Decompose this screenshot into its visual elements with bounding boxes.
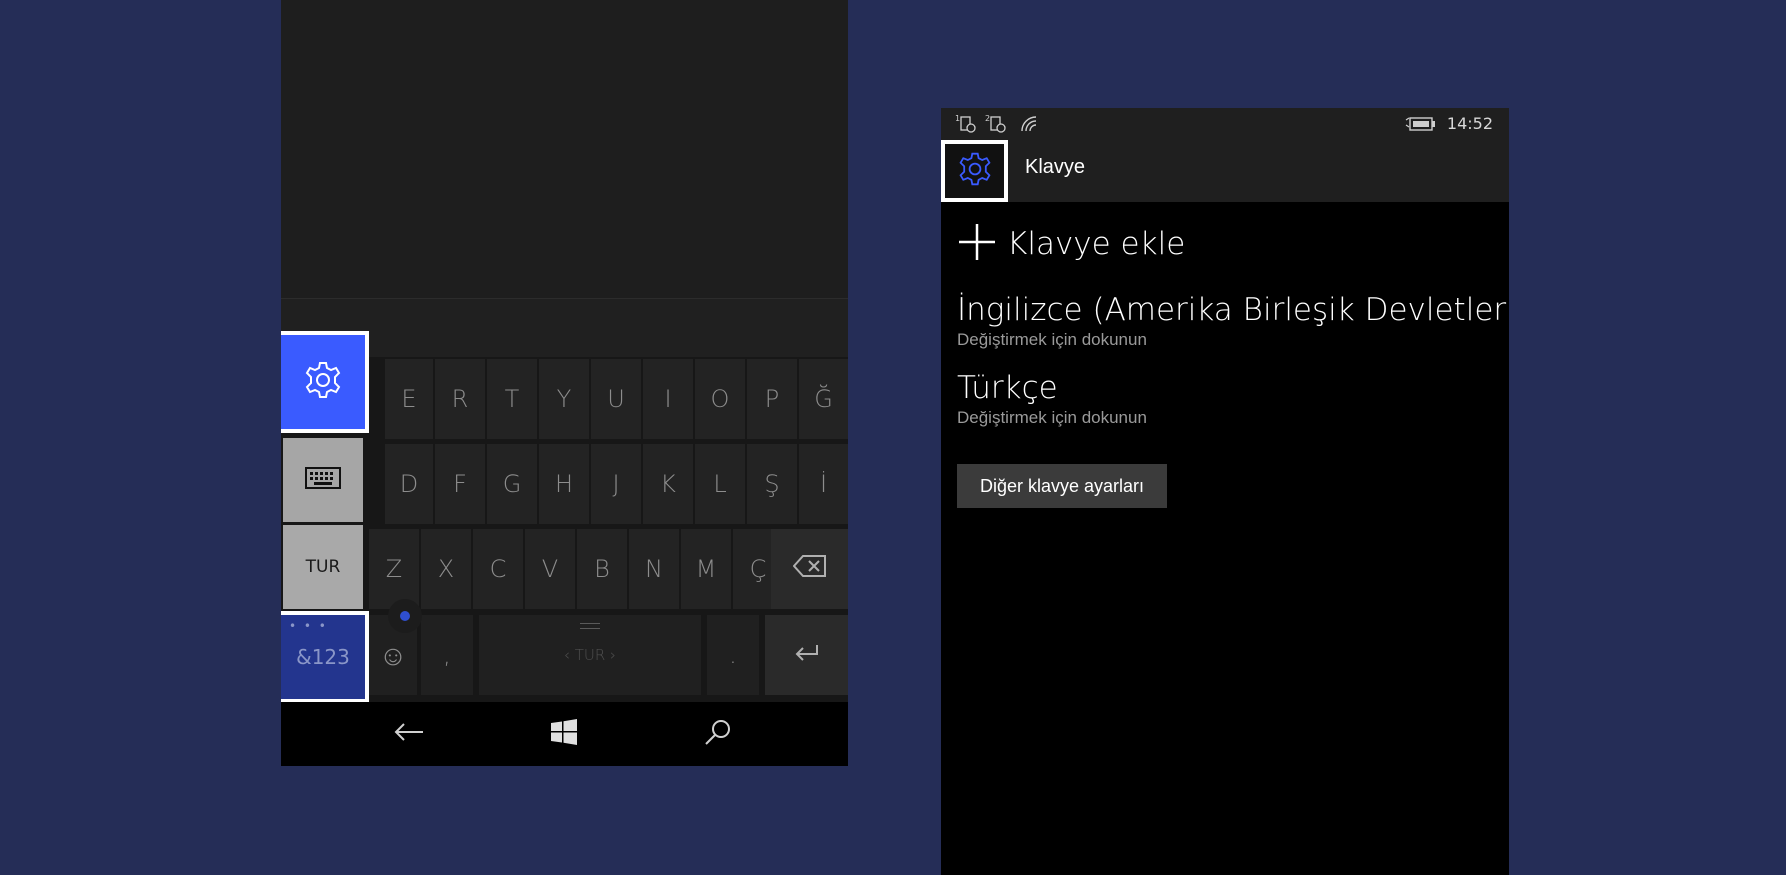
key-l[interactable]: L — [695, 444, 745, 524]
page-title: Klavye — [1025, 156, 1086, 178]
back-button[interactable] — [389, 716, 429, 752]
svg-text:1: 1 — [955, 114, 960, 123]
space-language-label: ‹ TUR › — [563, 646, 617, 664]
language-item-turkish[interactable]: Türkçe Değiştirmek için dokunun — [957, 368, 1147, 428]
cursor-indicator[interactable] — [388, 599, 422, 633]
key-z[interactable]: Z — [369, 529, 419, 609]
key-x[interactable]: X — [421, 529, 471, 609]
sim1-icon: 1 — [955, 114, 977, 138]
backspace-icon — [792, 555, 827, 583]
key-y[interactable]: Y — [539, 359, 589, 439]
back-arrow-icon — [394, 722, 424, 746]
plus-icon — [957, 222, 997, 266]
key-u[interactable]: U — [591, 359, 641, 439]
battery-icon — [1405, 116, 1437, 136]
keyboard-layout-button[interactable] — [283, 438, 363, 522]
keyboard-icon — [305, 467, 341, 493]
keyboard-settings-button[interactable] — [281, 331, 369, 433]
more-keyboard-settings-button[interactable]: Diğer klavye ayarları — [957, 464, 1167, 508]
key-t[interactable]: T — [487, 359, 537, 439]
enter-key[interactable] — [765, 615, 848, 695]
add-keyboard-button[interactable]: Klavye ekle — [957, 222, 1185, 266]
key-m[interactable]: M — [681, 529, 731, 609]
key-j[interactable]: J — [591, 444, 641, 524]
gear-icon — [303, 360, 343, 404]
language-item-english[interactable]: İngilizce (Amerika Birleşik Devletleri) … — [957, 290, 1509, 350]
windows-icon — [551, 719, 577, 749]
emoji-icon: ☺ — [378, 638, 408, 672]
keyboard-phone-screen: E R T Y U I O P Ğ D F G H J K L Ş İ Z X … — [281, 0, 848, 766]
add-keyboard-label: Klavye ekle — [1007, 226, 1186, 262]
key-g[interactable]: G — [487, 444, 537, 524]
enter-icon — [794, 641, 820, 669]
key-r[interactable]: R — [435, 359, 485, 439]
language-switch-button[interactable]: TUR — [283, 525, 363, 609]
wifi-icon — [1021, 116, 1039, 136]
settings-icon-button[interactable] — [941, 140, 1008, 202]
symbols-label: &123 — [296, 645, 350, 669]
navigation-bar — [281, 702, 848, 766]
home-button[interactable] — [544, 716, 584, 752]
key-i-dotted[interactable]: İ — [799, 444, 848, 524]
comma-key[interactable]: , — [421, 615, 473, 695]
symbols-key[interactable]: • • • &123 — [281, 611, 369, 703]
language-subtitle: Değiştirmek için dokunun — [957, 330, 1147, 349]
key-k[interactable]: K — [643, 444, 693, 524]
key-b[interactable]: B — [577, 529, 627, 609]
language-name: İngilizce (Amerika Birleşik Devletleri) — [957, 292, 1509, 328]
more-dots: • • • — [289, 619, 328, 633]
settings-phone-screen: 1 2 14:52 Klavye Klavye ekle İngilizce (… — [941, 108, 1509, 875]
backspace-key[interactable] — [771, 529, 848, 609]
sim2-icon: 2 — [985, 114, 1007, 138]
text-area[interactable] — [281, 0, 848, 299]
key-c[interactable]: C — [473, 529, 523, 609]
key-s-cedilla[interactable]: Ş — [747, 444, 797, 524]
key-i[interactable]: I — [643, 359, 693, 439]
search-button[interactable] — [698, 716, 738, 752]
key-v[interactable]: V — [525, 529, 575, 609]
space-key[interactable]: ‹ TUR › — [479, 615, 701, 695]
search-icon — [704, 718, 732, 750]
status-bar: 1 2 14:52 — [941, 108, 1509, 140]
svg-text:2: 2 — [985, 114, 990, 123]
key-d[interactable]: D — [385, 444, 433, 524]
key-h[interactable]: H — [539, 444, 589, 524]
language-name: Türkçe — [957, 370, 1058, 406]
gear-icon — [957, 151, 993, 191]
language-subtitle: Değiştirmek için dokunun — [957, 408, 1147, 427]
key-e[interactable]: E — [385, 359, 433, 439]
space-grip-icon — [580, 623, 600, 629]
key-f[interactable]: F — [435, 444, 485, 524]
period-key[interactable]: . — [707, 615, 759, 695]
key-n[interactable]: N — [629, 529, 679, 609]
status-time: 14:52 — [1446, 114, 1493, 133]
key-g-breve[interactable]: Ğ — [799, 359, 848, 439]
key-p[interactable]: P — [747, 359, 797, 439]
key-o[interactable]: O — [695, 359, 745, 439]
